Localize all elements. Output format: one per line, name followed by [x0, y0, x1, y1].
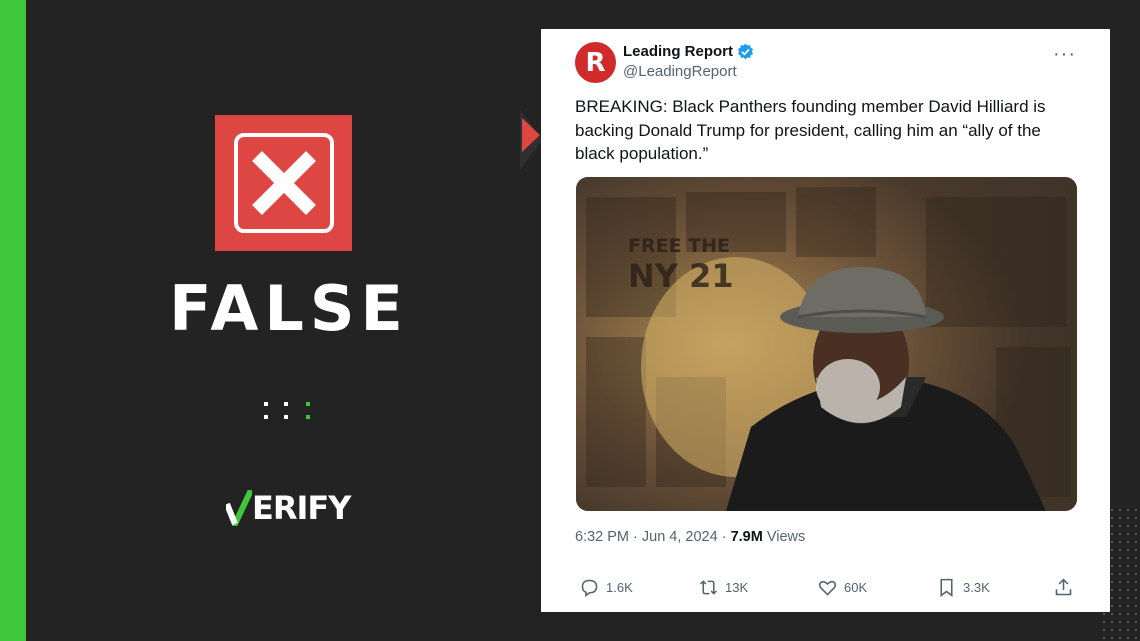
repost-button[interactable]: 13K — [698, 577, 748, 598]
avatar[interactable]: R — [575, 42, 616, 83]
views-label: Views — [762, 529, 806, 545]
photo-sign-line1: FREE THE — [628, 235, 730, 257]
verdict-badge — [215, 115, 352, 251]
pointer-arrow-accent — [522, 118, 540, 152]
dots-icon — [264, 400, 314, 424]
heart-icon — [818, 580, 837, 596]
tweet-text: BREAKING: Black Panthers founding member… — [575, 97, 1046, 163]
bookmark-icon — [940, 578, 953, 597]
reply-button[interactable]: 1.6K — [579, 577, 633, 598]
verdict-label: FALSE — [169, 272, 409, 345]
account-name[interactable]: Leading Report — [623, 43, 754, 60]
views-count: 7.9M — [730, 529, 763, 545]
x-icon — [233, 133, 334, 233]
brand-accent-bar — [0, 0, 26, 641]
more-options-icon[interactable]: ··· — [1053, 43, 1076, 66]
share-button[interactable] — [1053, 577, 1074, 598]
check-icon — [226, 490, 252, 526]
repost-icon — [700, 580, 717, 595]
tweet-timestamp[interactable]: 6:32 PM · Jun 4, 2024 · — [575, 529, 731, 545]
repost-count: 13K — [725, 580, 749, 595]
verify-logo: ERIFY — [226, 488, 351, 528]
photo-sign-line2: NY 21 — [628, 257, 734, 295]
tweet-meta: 6:32 PM · Jun 4, 2024 · 7.9M Views — [575, 529, 805, 545]
tweet-card: R Leading Report @LeadingReport ··· BREA… — [541, 29, 1110, 612]
share-icon — [1055, 578, 1072, 596]
like-button[interactable]: 60K — [817, 577, 867, 598]
reply-icon — [581, 579, 598, 597]
avatar-letter: R — [585, 47, 606, 78]
bookmark-count: 3.3K — [963, 580, 990, 595]
like-count: 60K — [844, 580, 868, 595]
tweet-actions: 1.6K 13K 60K 3.3K — [579, 577, 1073, 601]
verified-badge-icon — [738, 43, 754, 60]
account-name-text: Leading Report — [623, 43, 734, 60]
verify-logo-text: ERIFY — [252, 489, 351, 527]
reply-count: 1.6K — [606, 580, 633, 595]
bookmark-button[interactable]: 3.3K — [936, 577, 990, 598]
tweet-photo[interactable]: FREE THE NY 21 — [576, 177, 1077, 511]
account-handle[interactable]: @LeadingReport — [623, 63, 737, 80]
